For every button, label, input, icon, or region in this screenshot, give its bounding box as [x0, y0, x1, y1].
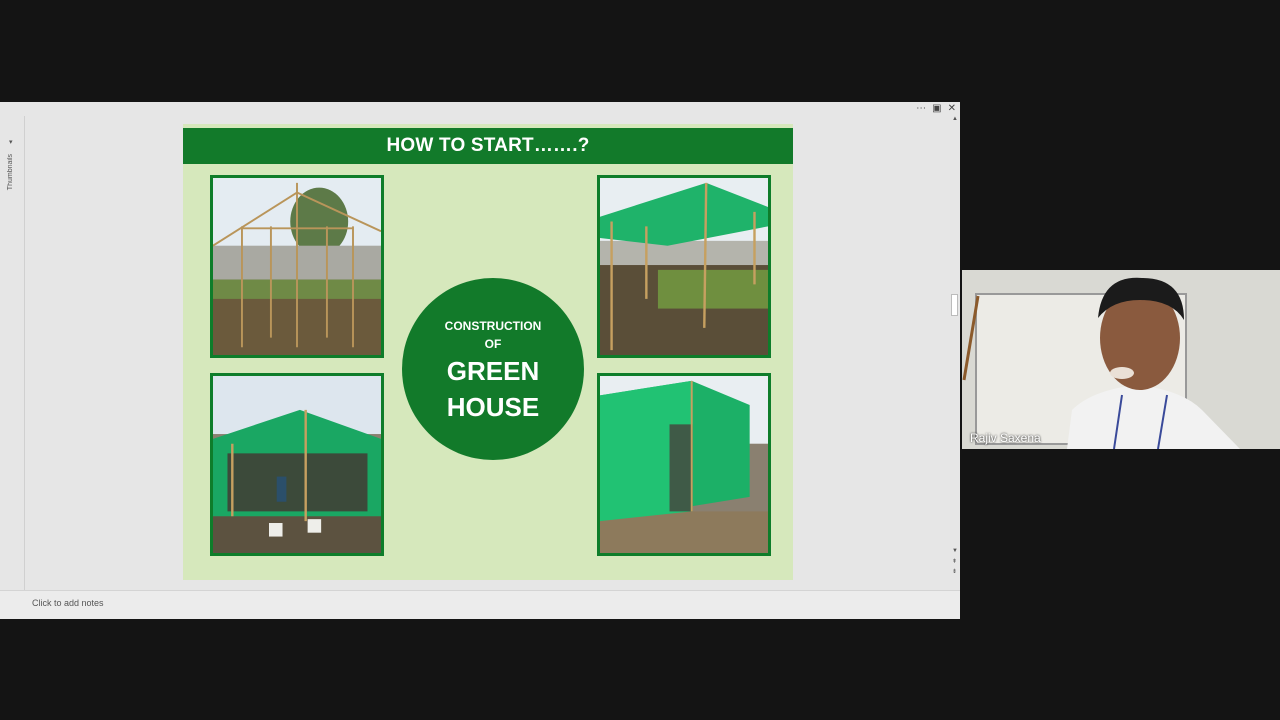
photo-finished-greenhouse: [597, 373, 771, 556]
thumbnails-label: Thumbnails: [7, 154, 14, 191]
participant-video-tile[interactable]: Rajiv Saxena: [962, 270, 1280, 449]
scrollbar-thumb[interactable]: [951, 294, 958, 316]
expand-thumbnails-icon[interactable]: ▾: [9, 138, 13, 146]
vertical-scrollbar[interactable]: ▲ ▼ ⇞ ⇟: [950, 116, 960, 576]
construction-title-circle: CONSTRUCTION OF GREEN HOUSE: [402, 278, 584, 460]
notes-pane[interactable]: Click to add notes: [0, 590, 960, 619]
circle-line-green: GREEN: [446, 356, 540, 386]
participant-name: Rajiv Saxena: [970, 431, 1041, 445]
photo-bamboo-frame: [210, 175, 384, 358]
scroll-up-icon[interactable]: ▲: [952, 116, 958, 122]
restore-icon[interactable]: ▣: [932, 103, 941, 114]
notes-placeholder[interactable]: Click to add notes: [32, 598, 104, 608]
circle-line-of: OF: [484, 337, 502, 351]
circle-line-house: HOUSE: [446, 392, 540, 422]
next-slide-icon[interactable]: ⇟: [952, 568, 957, 575]
thumbnails-pane[interactable]: ▾ Thumbnails: [0, 116, 25, 590]
circle-line-construction: CONSTRUCTION: [444, 319, 542, 333]
prev-slide-icon[interactable]: ⇞: [952, 558, 957, 565]
slide-title: HOW TO START…….?: [183, 128, 793, 164]
scroll-down-icon[interactable]: ▼: [952, 548, 958, 554]
window-controls: ⋯ ▣ ✕: [916, 103, 956, 114]
close-icon[interactable]: ✕: [948, 103, 956, 114]
slide: HOW TO START…….? CONSTRUCTION OF GREEN H…: [183, 124, 793, 580]
more-options-icon[interactable]: ⋯: [916, 103, 926, 114]
photo-shade-net-roof: [597, 175, 771, 358]
photo-greenhouse-interior: [210, 373, 384, 556]
participant-video-frame: [962, 270, 1280, 449]
